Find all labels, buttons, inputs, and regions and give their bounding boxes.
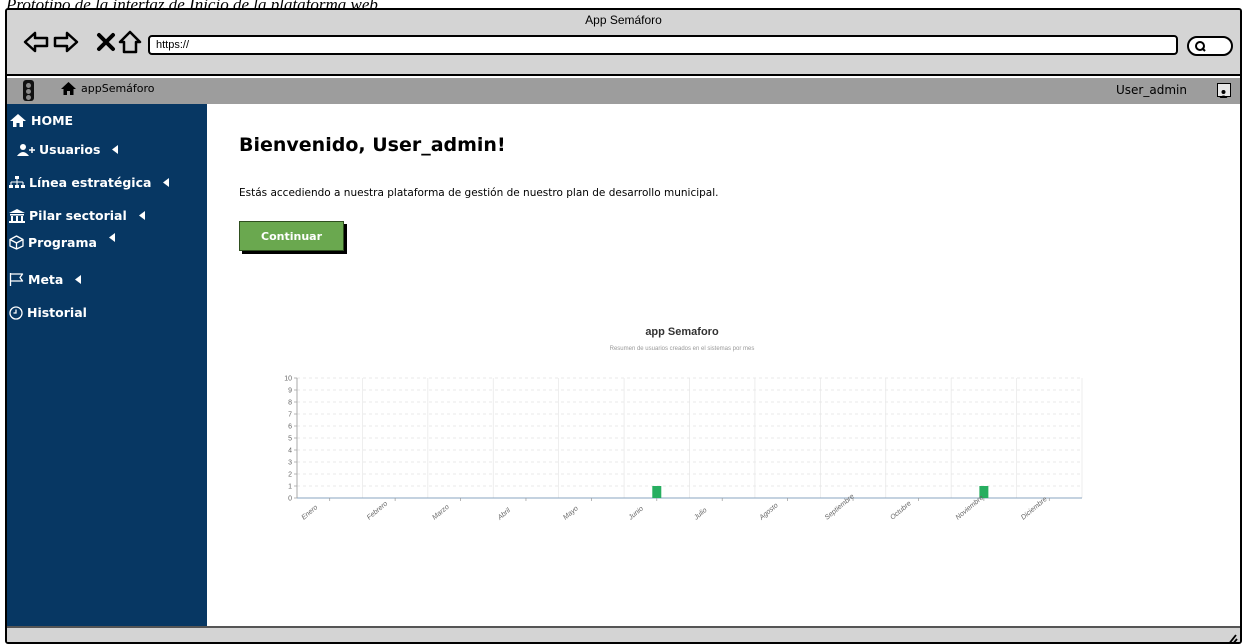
y-tick-label: 9 bbox=[288, 388, 292, 395]
y-tick-label: 5 bbox=[288, 436, 292, 443]
sitemap-icon bbox=[9, 176, 25, 188]
chart-plot: 0 1 2 3 4 5 6 7 8 9 10 Enero Febrero Marzo Abril Mayo Ju… bbox=[284, 376, 1083, 522]
sidebar-item-label: Línea estratégica bbox=[29, 175, 152, 190]
y-tick-label: 10 bbox=[284, 376, 292, 383]
forward-arrow-icon[interactable] bbox=[53, 29, 79, 55]
user-profile-button[interactable] bbox=[1217, 83, 1231, 98]
x-tick-label: Julio bbox=[692, 507, 708, 522]
home-icon bbox=[10, 114, 26, 127]
y-tick-label: 7 bbox=[288, 412, 292, 419]
sidebar-item-label: Meta bbox=[28, 272, 64, 287]
url-input[interactable]: https:// bbox=[148, 35, 1178, 55]
sidebar-item-label: Programa bbox=[28, 235, 97, 250]
y-tick-label: 2 bbox=[288, 472, 292, 479]
home-icon bbox=[61, 82, 76, 95]
sidebar-item-label: HOME bbox=[31, 113, 74, 128]
sidebar-item-programa[interactable]: Programa bbox=[9, 233, 115, 250]
window-title: App Semáforo bbox=[585, 13, 662, 27]
add-user-icon bbox=[17, 143, 35, 156]
browser-window: App Semáforo https:// appSemáforo User_a… bbox=[5, 8, 1242, 644]
sidebar-item-historial[interactable]: Historial bbox=[9, 305, 87, 320]
continue-button[interactable]: Continuar bbox=[239, 221, 344, 251]
x-tick-label: Diciembre bbox=[1020, 496, 1049, 522]
close-icon[interactable] bbox=[93, 29, 119, 55]
sidebar-item-pilar-sectorial[interactable]: Pilar sectorial bbox=[9, 208, 145, 223]
welcome-description: Estás accediendo a nuestra plataforma de… bbox=[239, 187, 719, 199]
sidebar-item-label: Usuarios bbox=[39, 142, 101, 157]
search-icon bbox=[1195, 41, 1206, 52]
caret-left-icon bbox=[108, 233, 115, 242]
clock-icon bbox=[9, 305, 23, 320]
main-content: Bienvenido, User_admin! Estás accediendo… bbox=[207, 104, 1240, 626]
caret-left-icon bbox=[112, 145, 119, 154]
x-tick-label: Abril bbox=[496, 507, 512, 522]
sidebar-item-label: Pilar sectorial bbox=[29, 208, 127, 223]
brand-link[interactable]: appSemáforo bbox=[61, 82, 155, 95]
traffic-light-icon bbox=[23, 80, 34, 101]
app-header: appSemáforo User_admin bbox=[7, 78, 1240, 104]
x-tick-label: Octubre bbox=[889, 500, 913, 521]
y-tick-label: 0 bbox=[288, 496, 292, 503]
caret-left-icon bbox=[75, 275, 82, 284]
x-tick-label: Febrero bbox=[366, 500, 389, 521]
sidebar-item-meta[interactable]: Meta bbox=[9, 272, 82, 287]
sidebar: HOME Usuarios Línea estratégica Pilar se… bbox=[7, 104, 207, 626]
back-arrow-icon[interactable] bbox=[23, 29, 49, 55]
y-tick-label: 8 bbox=[288, 400, 292, 407]
y-tick-label: 1 bbox=[288, 484, 292, 491]
home-icon[interactable] bbox=[117, 29, 143, 55]
flag-icon bbox=[9, 273, 24, 286]
sidebar-item-label: Historial bbox=[27, 305, 87, 320]
user-name[interactable]: User_admin bbox=[1116, 83, 1187, 97]
resize-grip-icon[interactable] bbox=[1226, 632, 1238, 644]
sidebar-item-home[interactable]: HOME bbox=[9, 113, 73, 128]
brand-label: appSemáforo bbox=[81, 82, 155, 95]
x-tick-label: Junio bbox=[627, 505, 645, 522]
users-per-month-chart: app Semaforo Resumen de usuarios creados… bbox=[267, 314, 1097, 554]
browser-titlebar: App Semáforo https:// bbox=[7, 10, 1240, 76]
institution-icon bbox=[9, 208, 25, 223]
user-icon bbox=[1219, 90, 1228, 98]
search-button[interactable] bbox=[1187, 36, 1233, 56]
x-tick-label: Septiembre bbox=[824, 493, 856, 521]
sidebar-item-usuarios[interactable]: Usuarios bbox=[17, 142, 119, 157]
caret-left-icon bbox=[138, 211, 145, 220]
x-tick-label: Mayo bbox=[562, 505, 580, 521]
bar-junio bbox=[652, 486, 662, 498]
y-tick-label: 3 bbox=[288, 460, 292, 467]
x-tick-label: Enero bbox=[300, 504, 319, 521]
caret-left-icon bbox=[163, 178, 170, 187]
x-tick-label: Marzo bbox=[431, 504, 450, 522]
y-tick-label: 4 bbox=[288, 448, 292, 455]
browser-statusbar bbox=[7, 626, 1240, 644]
y-tick-label: 6 bbox=[288, 424, 292, 431]
sidebar-item-linea-estrategica[interactable]: Línea estratégica bbox=[9, 175, 170, 190]
x-tick-label: Agosto bbox=[758, 502, 780, 522]
cube-icon bbox=[9, 235, 24, 250]
page-title: Bienvenido, User_admin! bbox=[239, 134, 506, 156]
